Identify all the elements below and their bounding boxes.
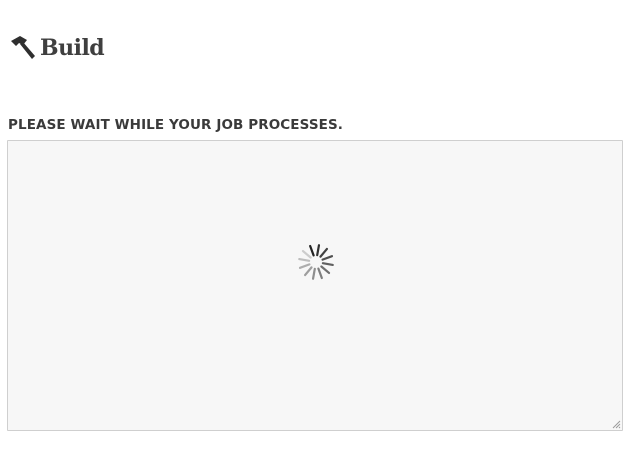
loading-spinner-icon: [298, 244, 334, 280]
spinner-spoke: [298, 263, 311, 269]
spinner-spoke: [316, 244, 321, 257]
spinner-spoke: [311, 267, 316, 280]
job-output-panel[interactable]: [7, 140, 623, 431]
build-page: Build PLEASE WAIT WHILE YOUR JOB PROCESS…: [0, 0, 636, 457]
spinner-spoke: [309, 244, 315, 257]
spinner-spoke: [320, 265, 331, 275]
brand-header: Build: [8, 34, 105, 62]
spinner-spoke: [321, 255, 334, 261]
status-heading: PLEASE WAIT WHILE YOUR JOB PROCESSES.: [8, 117, 344, 133]
spinner-spoke: [298, 257, 311, 262]
page-title: Build: [40, 35, 105, 61]
spinner-spoke: [317, 267, 323, 280]
spinner-spoke: [301, 249, 312, 259]
spinner-spoke: [303, 266, 313, 277]
spinner-spoke: [321, 262, 334, 267]
resize-grip-icon[interactable]: [611, 419, 621, 429]
hammer-icon: [11, 36, 35, 59]
spinner-spoke: [319, 247, 329, 258]
